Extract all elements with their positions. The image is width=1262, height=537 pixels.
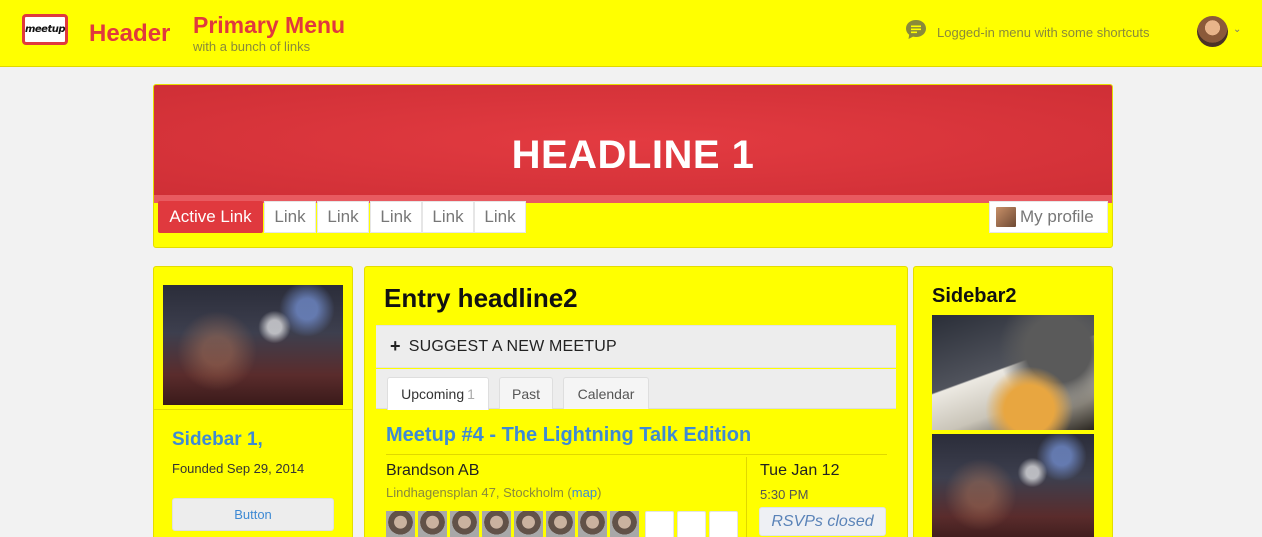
nav-link[interactable]: Link [317, 201, 369, 233]
primary-menu-title[interactable]: Primary Menu [193, 12, 345, 39]
group-nav: Active Link Link Link Link Link Link My … [154, 201, 1112, 247]
attendee-avatar[interactable] [418, 511, 447, 537]
chevron-down-icon[interactable]: ⌄ [1233, 24, 1241, 35]
logged-in-menu[interactable]: Logged-in menu with some shortcuts [937, 25, 1149, 40]
events-tabbar: Upcoming 1 Past Calendar [376, 369, 896, 410]
event-date: Tue Jan 12 [760, 462, 840, 479]
meetup-logo[interactable]: meetup [22, 14, 68, 45]
attendee-avatar[interactable] [386, 511, 415, 537]
attendee-list [386, 511, 738, 537]
meetup-title-link[interactable]: Meetup #4 - The Lightning Talk Edition [386, 424, 751, 447]
venue-address: Lindhagensplan 47, Stockholm (map) [386, 485, 601, 500]
empty-attendee-slot [677, 511, 706, 537]
tab-upcoming-count: 1 [467, 386, 475, 402]
divider [154, 409, 352, 410]
my-profile-button[interactable]: My profile [989, 201, 1108, 233]
sidebar-1: Sidebar 1, Founded Sep 29, 2014 Button [153, 266, 353, 537]
profile-avatar [996, 207, 1016, 227]
attendee-avatar[interactable] [546, 511, 575, 537]
founded-date: Founded Sep 29, 2014 [172, 461, 305, 476]
map-paren-close: ) [597, 485, 602, 500]
attendee-avatar[interactable] [514, 511, 543, 537]
sidebar-2: Sidebar2 [913, 266, 1113, 537]
primary-menu-subtitle: with a bunch of links [193, 39, 311, 54]
event-time: 5:30 PM [760, 487, 809, 502]
nav-link[interactable]: Link [370, 201, 422, 233]
nav-link[interactable]: Link [474, 201, 526, 233]
sidebar-1-title[interactable]: Sidebar 1, [172, 429, 263, 451]
rsvp-status-badge: RSVPs closed [759, 507, 886, 536]
headline-1: HEADLINE 1 [511, 132, 755, 177]
venue-name: Brandson AB [386, 462, 480, 479]
sidebar-1-button[interactable]: Button [172, 498, 334, 531]
tab-past[interactable]: Past [499, 377, 553, 409]
banner-headline-area: HEADLINE 1 [154, 85, 1112, 195]
address-text: Lindhagensplan 47, Stockholm [386, 485, 564, 500]
plus-icon: + [390, 336, 401, 356]
top-header: meetup Header Primary Menu with a bunch … [0, 0, 1262, 67]
map-link[interactable]: map [572, 485, 597, 500]
nav-active-link[interactable]: Active Link [158, 201, 263, 233]
attendee-avatar[interactable] [578, 511, 607, 537]
tab-upcoming[interactable]: Upcoming 1 [387, 377, 489, 410]
empty-attendee-slot [709, 511, 738, 537]
header-title: Header [89, 20, 171, 47]
main-content: Entry headline2 + SUGGEST A NEW MEETUP U… [364, 266, 908, 537]
user-avatar[interactable] [1197, 16, 1228, 47]
attendee-avatar[interactable] [610, 511, 639, 537]
entry-headline: Entry headline2 [384, 283, 578, 313]
logo-text: meetup [24, 24, 66, 35]
suggest-meetup-button[interactable]: + SUGGEST A NEW MEETUP [376, 325, 896, 368]
chat-bubble-icon[interactable] [904, 18, 928, 42]
event-photo[interactable] [932, 434, 1094, 537]
group-photo[interactable] [163, 285, 343, 405]
attendee-avatar[interactable] [482, 511, 511, 537]
laptop-photo[interactable] [932, 315, 1094, 430]
divider [386, 454, 887, 455]
group-banner: HEADLINE 1 Active Link Link Link Link Li… [153, 84, 1113, 248]
suggest-label: SUGGEST A NEW MEETUP [408, 337, 617, 355]
attendee-avatar[interactable] [450, 511, 479, 537]
tab-upcoming-label: Upcoming [401, 386, 465, 402]
nav-link[interactable]: Link [422, 201, 474, 233]
my-profile-label: My profile [1020, 207, 1094, 226]
nav-link[interactable]: Link [264, 201, 316, 233]
tab-calendar[interactable]: Calendar [563, 377, 649, 409]
vertical-divider [746, 457, 747, 537]
empty-attendee-slot [645, 511, 674, 537]
sidebar-2-title: Sidebar2 [932, 285, 1017, 307]
